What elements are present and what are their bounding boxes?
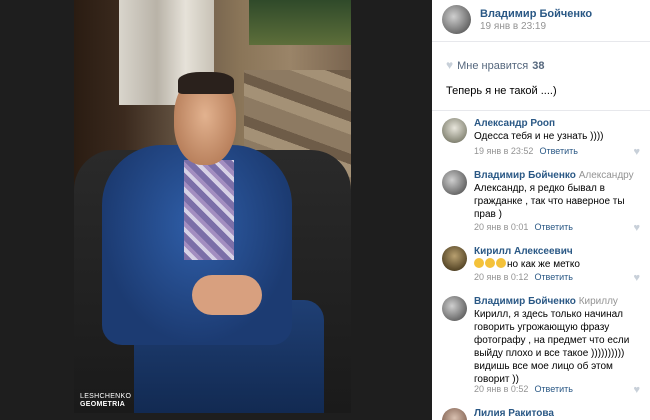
author-avatar[interactable] bbox=[442, 5, 471, 34]
photo-viewer: LESHCHENKO GEOMETRIA bbox=[0, 0, 432, 420]
photo-watermark: LESHCHENKO GEOMETRIA bbox=[80, 393, 131, 409]
divider bbox=[432, 110, 650, 111]
post-text: Теперь я не такой ....) bbox=[446, 85, 557, 97]
comment-like-icon[interactable]: ♥ bbox=[633, 146, 640, 158]
comment-author-link[interactable]: Александр Рооп bbox=[474, 118, 555, 129]
comment-author-name[interactable]: Владимир Бойченко bbox=[474, 170, 576, 181]
comment-item: Кирилл Алексеевич но как же метко 20 янв… bbox=[432, 246, 650, 286]
comment-avatar[interactable] bbox=[442, 408, 467, 420]
comment-author-link[interactable]: Лилия Ракитова bbox=[474, 408, 554, 419]
post-header: Владимир Бойченко 19 янв в 23:19 bbox=[432, 0, 650, 42]
comment-meta: 20 янв в 0:52 Ответить bbox=[474, 384, 573, 394]
photo-shirt bbox=[184, 160, 234, 260]
smile-emoji-icon bbox=[485, 258, 495, 268]
watermark-line2: GEOMETRIA bbox=[80, 401, 126, 408]
comment-text-body: но как же метко bbox=[507, 259, 580, 270]
comment-avatar[interactable] bbox=[442, 246, 467, 271]
post-date[interactable]: 19 янв в 23:19 bbox=[480, 21, 546, 32]
comment-author-name[interactable]: Кирилл Алексеевич bbox=[474, 246, 573, 257]
comment-item: Владимир Бойченко Александру Александр, … bbox=[432, 170, 650, 236]
comment-like-icon[interactable]: ♥ bbox=[633, 272, 640, 284]
comment-date[interactable]: 20 янв в 0:52 bbox=[474, 384, 528, 394]
comment-meta: 19 янв в 23:52 Ответить bbox=[474, 146, 578, 156]
comment-author-name[interactable]: Владимир Бойченко bbox=[474, 296, 576, 307]
comment-date[interactable]: 19 янв в 23:52 bbox=[474, 146, 533, 156]
smile-emoji-icon bbox=[496, 258, 506, 268]
comment-item: Александр Рооп Одесса тебя и не узнать )… bbox=[432, 118, 650, 160]
heart-icon: ♥ bbox=[446, 58, 454, 72]
comment-author-link[interactable]: Кирилл Алексеевич bbox=[474, 246, 573, 257]
post-author-link[interactable]: Владимир Бойченко bbox=[480, 8, 592, 20]
comment-author-name[interactable]: Лилия Ракитова bbox=[474, 408, 554, 419]
comment-item: Владимир Бойченко Кириллу Кирилл, я здес… bbox=[432, 296, 650, 400]
post-sidebar: Владимир Бойченко 19 янв в 23:19 ♥ Мне нр… bbox=[432, 0, 650, 420]
reply-link[interactable]: Ответить bbox=[534, 222, 572, 232]
comment-meta: 20 янв в 0:01 Ответить bbox=[474, 222, 573, 232]
photo-plant bbox=[249, 0, 351, 45]
reply-link[interactable]: Ответить bbox=[539, 146, 577, 156]
comment-like-icon[interactable]: ♥ bbox=[633, 384, 640, 396]
comment-text: но как же метко bbox=[474, 258, 644, 271]
comment-meta: 20 янв в 0:12 Ответить bbox=[474, 272, 573, 282]
comment-avatar[interactable] bbox=[442, 118, 467, 143]
comment-text: Александр, я редко бывал в гражданке , т… bbox=[474, 183, 625, 220]
comment-reply-to[interactable]: Александру bbox=[579, 170, 634, 181]
photo-hair bbox=[178, 72, 234, 94]
comment-author-name[interactable]: Александр Рооп bbox=[474, 118, 555, 129]
comment-author-link[interactable]: Владимир Бойченко Кириллу bbox=[474, 296, 618, 307]
photo-hands bbox=[192, 275, 262, 315]
comment-like-icon[interactable]: ♥ bbox=[633, 222, 640, 234]
comment-text: Кирилл, я здесь только начинал говорить … bbox=[474, 309, 630, 385]
comment-text: Одесса тебя и не узнать )))) bbox=[474, 131, 604, 142]
like-button[interactable]: ♥ Мне нравится 38 bbox=[446, 58, 544, 72]
watermark-line1: LESHCHENKO bbox=[80, 393, 132, 400]
smile-emoji-icon bbox=[474, 258, 484, 268]
comment-avatar[interactable] bbox=[442, 170, 467, 195]
comment-item: Лилия Ракитова bbox=[432, 408, 650, 420]
like-count: 38 bbox=[532, 60, 545, 72]
reply-link[interactable]: Ответить bbox=[534, 272, 572, 282]
comment-avatar[interactable] bbox=[442, 296, 467, 321]
comment-date[interactable]: 20 янв в 0:12 bbox=[474, 272, 528, 282]
post-photo[interactable]: LESHCHENKO GEOMETRIA bbox=[74, 0, 351, 413]
like-label: Мне нравится bbox=[457, 60, 529, 72]
comment-reply-to[interactable]: Кириллу bbox=[579, 296, 618, 307]
comment-date[interactable]: 20 янв в 0:01 bbox=[474, 222, 528, 232]
comment-author-link[interactable]: Владимир Бойченко Александру bbox=[474, 170, 634, 181]
reply-link[interactable]: Ответить bbox=[534, 384, 572, 394]
